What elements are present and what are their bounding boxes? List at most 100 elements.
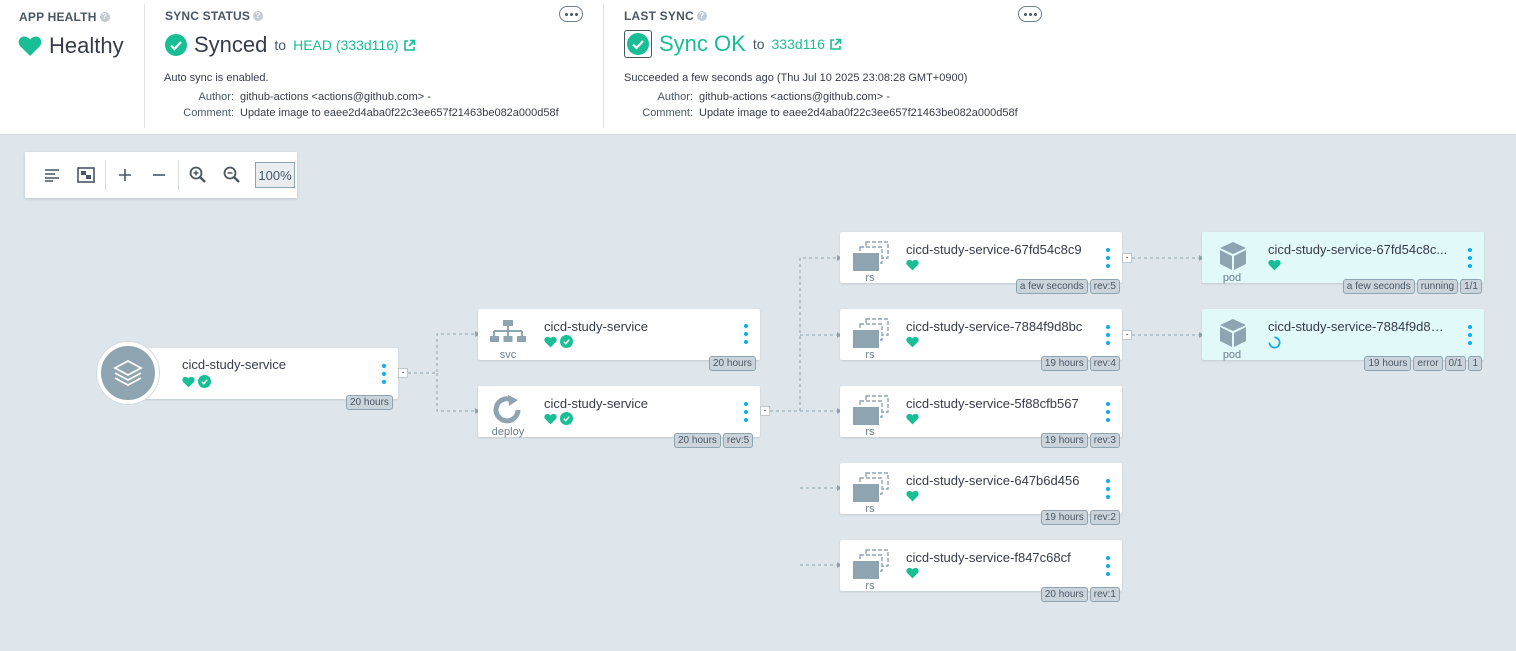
- pod-tag: error: [1413, 356, 1443, 371]
- heart-icon: [544, 336, 557, 347]
- collapse-toggle[interactable]: -: [760, 406, 770, 416]
- check-circle-icon: [198, 375, 211, 388]
- age-tag: 20 hours: [1040, 587, 1088, 602]
- node-status: [544, 412, 573, 425]
- node-menu-button[interactable]: [1106, 325, 1110, 345]
- node-menu-button[interactable]: [1468, 248, 1472, 268]
- revision-tag: rev:1: [1089, 587, 1120, 602]
- node-name: cicd-study-service-67fd54c8c...: [1268, 242, 1448, 257]
- revision-tag: rev:4: [1089, 356, 1120, 371]
- node-menu-button[interactable]: [1106, 402, 1110, 422]
- node-name: cicd-study-service-f847c68cf: [906, 550, 1071, 565]
- node-status: [906, 490, 919, 502]
- age-tag: 19 hours: [1040, 433, 1088, 448]
- check-circle-icon: [560, 335, 573, 348]
- age-tag: 20 hours: [346, 395, 393, 410]
- node-kind: rs: [865, 272, 875, 284]
- heart-icon: [906, 259, 919, 271]
- revision-tag: rev:5: [1089, 279, 1120, 294]
- heart-icon: [906, 490, 919, 502]
- revision-tag: rev:3: [1089, 433, 1120, 448]
- pod-node[interactable]: pod cicd-study-service-67fd54c8c...: [1202, 232, 1484, 284]
- node-kind: rs: [865, 349, 875, 361]
- node-name: cicd-study-service-5f88cfb567: [906, 396, 1079, 411]
- application-node[interactable]: cicd-study-service: [128, 348, 398, 399]
- node-name: cicd-study-service: [182, 357, 287, 372]
- age-tag: 20 hours: [674, 433, 721, 448]
- node-kind: rs: [865, 580, 875, 592]
- collapse-toggle[interactable]: -: [1122, 330, 1132, 340]
- node-menu-button[interactable]: [1468, 325, 1472, 345]
- node-name: cicd-study-service-67fd54c8c9: [906, 242, 1082, 257]
- pod-node[interactable]: pod cicd-study-service-7884f9d8b...: [1202, 309, 1484, 361]
- heart-icon: [544, 413, 557, 424]
- replicaset-node[interactable]: rs cicd-study-service-7884f9d8bc: [840, 309, 1122, 361]
- node-menu-button[interactable]: [1106, 248, 1110, 268]
- replicaset-node[interactable]: rs cicd-study-service-67fd54c8c9: [840, 232, 1122, 284]
- heart-icon: [906, 413, 919, 425]
- check-circle-icon: [560, 412, 573, 425]
- sync-icon: [492, 395, 524, 430]
- node-tags: 20 hours: [346, 395, 393, 410]
- node-status: [544, 335, 573, 348]
- service-node[interactable]: svc cicd-study-service: [478, 309, 760, 361]
- node-kind: rs: [865, 503, 875, 515]
- replicaset-node[interactable]: rs cicd-study-service-f847c68cf: [840, 540, 1122, 592]
- node-menu-button[interactable]: [1106, 556, 1110, 576]
- node-name: cicd-study-service: [544, 319, 649, 334]
- node-status: [906, 567, 919, 579]
- heart-icon: [182, 376, 195, 387]
- node-tags: 19 hours rev:3: [1040, 433, 1120, 448]
- node-tags: a few seconds running 1/1: [1342, 279, 1482, 294]
- node-menu-button[interactable]: [744, 324, 748, 344]
- node-kind: rs: [865, 426, 875, 438]
- node-kind: pod: [1222, 349, 1242, 361]
- node-status: [906, 259, 919, 271]
- pod-tag: 1/1: [1460, 279, 1482, 294]
- pod-tag: running: [1416, 279, 1459, 294]
- heart-icon: [906, 567, 919, 579]
- node-tags: 20 hours rev:5: [674, 433, 754, 448]
- node-tags: 19 hours rev:4: [1040, 356, 1120, 371]
- collapse-toggle[interactable]: -: [398, 368, 408, 378]
- pod-tag: 1: [1468, 356, 1482, 371]
- revision-tag: rev:5: [722, 433, 754, 448]
- node-menu-button[interactable]: [1106, 479, 1110, 499]
- age-tag: 20 hours: [709, 356, 756, 371]
- age-tag: a few seconds: [1015, 279, 1088, 294]
- node-menu-button[interactable]: [382, 364, 386, 384]
- app-icon: [97, 342, 159, 404]
- node-name: cicd-study-service-7884f9d8bc: [906, 319, 1083, 334]
- node-name: cicd-study-service-7884f9d8b...: [1268, 319, 1448, 334]
- node-tags: 19 hours rev:2: [1040, 510, 1120, 525]
- replicaset-node[interactable]: rs cicd-study-service-5f88cfb567: [840, 386, 1122, 438]
- spinner-icon: [1268, 336, 1281, 349]
- pod-tag: a few seconds: [1342, 279, 1415, 294]
- heart-icon: [906, 336, 919, 348]
- age-tag: 19 hours: [1040, 510, 1088, 525]
- replicaset-node[interactable]: rs cicd-study-service-647b6d456: [840, 463, 1122, 515]
- node-name: cicd-study-service: [544, 396, 649, 411]
- node-menu-button[interactable]: [744, 402, 748, 422]
- node-name: cicd-study-service-647b6d456: [906, 473, 1080, 488]
- node-status: [906, 413, 919, 425]
- heart-icon: [1268, 259, 1281, 271]
- deployment-node[interactable]: deploy cicd-study-service: [478, 386, 760, 438]
- node-tags: 20 hours: [709, 356, 756, 371]
- node-status: [182, 375, 211, 388]
- node-kind: deploy: [491, 426, 525, 438]
- node-kind: pod: [1222, 272, 1242, 284]
- node-tags: a few seconds rev:5: [1015, 279, 1120, 294]
- node-status: [1268, 336, 1281, 349]
- pod-tag: 19 hours: [1364, 356, 1412, 371]
- age-tag: 19 hours: [1040, 356, 1088, 371]
- revision-tag: rev:2: [1089, 510, 1120, 525]
- node-tags: 20 hours rev:1: [1040, 587, 1120, 602]
- collapse-toggle[interactable]: -: [1122, 253, 1132, 263]
- network-icon: [490, 319, 526, 350]
- layers-icon: [113, 359, 143, 387]
- node-status: [906, 336, 919, 348]
- pod-tag: 0/1: [1444, 356, 1467, 371]
- node-status: [1268, 259, 1281, 271]
- node-tags: 19 hours error 0/1 1: [1364, 356, 1482, 371]
